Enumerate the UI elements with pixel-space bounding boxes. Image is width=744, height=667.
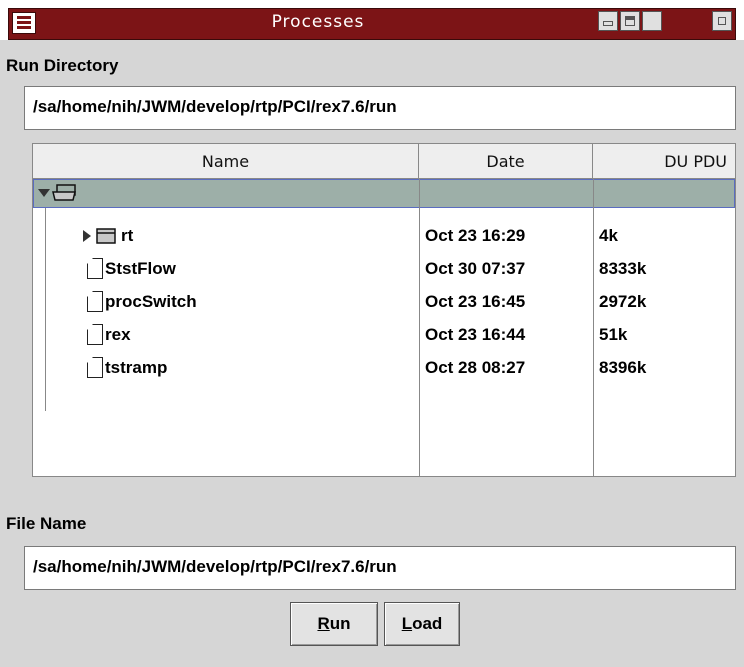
run-button[interactable]: Run <box>290 602 378 646</box>
file-size: 4k <box>599 226 618 245</box>
load-button[interactable]: Load <box>384 602 460 646</box>
file-icon <box>87 291 103 312</box>
folder-open-icon <box>52 184 76 201</box>
file-name-field[interactable]: /sa/home/nih/JWM/develop/rtp/PCI/rex7.6/… <box>24 546 736 590</box>
file-name-label: File Name <box>6 514 87 533</box>
file-name: tstramp <box>105 358 168 377</box>
file-name: rex <box>105 325 131 344</box>
file-date: Oct 23 16:45 <box>425 292 526 311</box>
shade-icon[interactable] <box>620 11 640 31</box>
run-button-label: un <box>329 614 351 633</box>
list-item[interactable]: tstramp Oct 28 08:27 8396k <box>33 353 735 383</box>
title-bar[interactable]: Processes <box>0 0 744 40</box>
run-directory-label: Run Directory <box>6 56 119 75</box>
file-size: 8333k <box>599 259 647 278</box>
window-title: Processes <box>271 12 365 32</box>
processes-window: Processes Run Directory /sa/home/nih/JWM… <box>0 0 744 667</box>
load-button-mnemonic: L <box>401 614 413 633</box>
list-item[interactable]: StstFlow Oct 30 07:37 8333k <box>33 254 735 284</box>
file-date: Oct 28 08:27 <box>425 358 526 377</box>
run-button-mnemonic: R <box>317 614 330 633</box>
file-size: 51k <box>599 325 628 344</box>
column-header-size[interactable]: DU PDU <box>593 144 735 179</box>
file-date: Oct 30 07:37 <box>425 259 526 278</box>
window-menu-icon[interactable] <box>12 12 36 34</box>
file-size: 2972k <box>599 292 647 311</box>
list-item[interactable]: procSwitch Oct 23 16:45 2972k <box>33 287 735 317</box>
file-date: Oct 23 16:29 <box>425 226 526 245</box>
collapsed-arrow-icon[interactable] <box>83 230 91 242</box>
selected-root-row[interactable] <box>33 179 735 208</box>
folder-icon <box>96 228 116 244</box>
maximize-icon[interactable] <box>642 11 662 31</box>
close-icon[interactable] <box>712 11 732 31</box>
list-item[interactable]: rex Oct 23 16:44 51k <box>33 320 735 350</box>
column-header-name[interactable]: Name <box>33 144 419 179</box>
load-button-label: oad <box>412 614 443 633</box>
file-name: rt <box>121 226 134 245</box>
file-icon <box>87 258 103 279</box>
file-name: StstFlow <box>105 259 176 278</box>
list-item[interactable]: rt Oct 23 16:29 4k <box>33 221 735 251</box>
column-header-date[interactable]: Date <box>419 144 593 179</box>
expanded-arrow-icon[interactable] <box>38 189 50 199</box>
file-size: 8396k <box>599 358 647 377</box>
file-icon <box>87 357 103 378</box>
file-list[interactable]: Name Date DU PDU rt Oct 23 16:29 4k Stst… <box>32 143 736 477</box>
file-icon <box>87 324 103 345</box>
iconify-icon[interactable] <box>598 11 618 31</box>
file-date: Oct 23 16:44 <box>425 325 526 344</box>
run-directory-field[interactable]: /sa/home/nih/JWM/develop/rtp/PCI/rex7.6/… <box>24 86 736 130</box>
file-name: procSwitch <box>105 292 197 311</box>
